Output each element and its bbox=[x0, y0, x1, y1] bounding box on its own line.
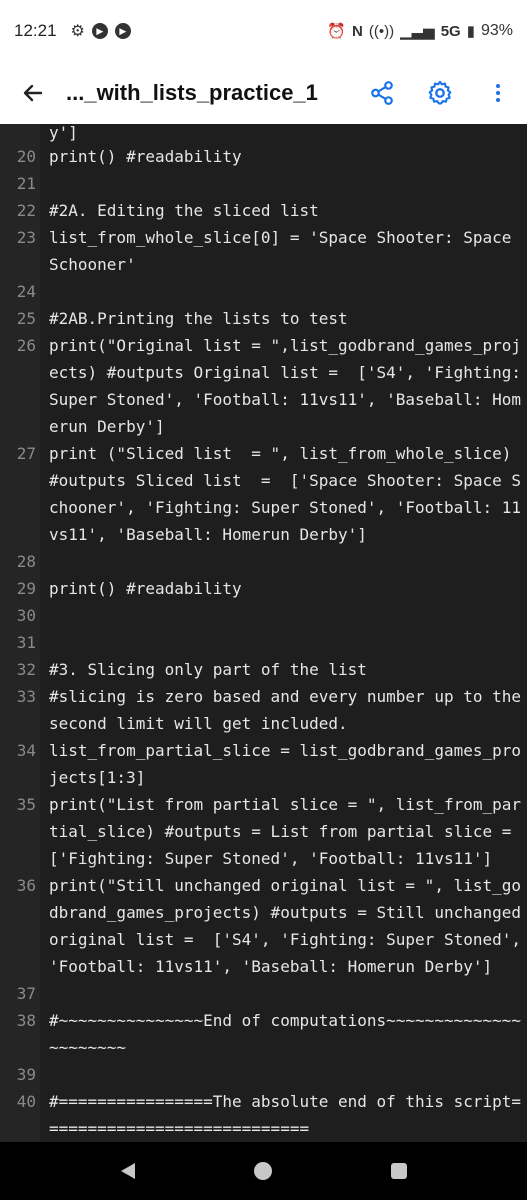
code-text: print("List from partial slice = ", list… bbox=[49, 795, 522, 868]
settings-button[interactable] bbox=[411, 62, 469, 124]
more-vert-icon bbox=[496, 84, 500, 102]
battery-icon: ▮ bbox=[466, 23, 475, 40]
signal-icon: ▁▃▅ bbox=[400, 23, 435, 40]
status-time: 12:21 bbox=[14, 21, 57, 40]
status-bar: 12:21 ⚙ ▶ ▶ ⏰ N ((•)) ▁▃▅ 5G ▮ 93% bbox=[0, 0, 527, 62]
notification-p2-icon: ▶ bbox=[114, 23, 131, 39]
line-number: 21 bbox=[16, 174, 36, 193]
network-label: 5G bbox=[440, 22, 461, 40]
line-number: 26 bbox=[16, 336, 36, 355]
line-number: 29 bbox=[16, 579, 36, 598]
code-editor[interactable]: y'] 20 print() #readability 21 22 #2A. E… bbox=[0, 124, 527, 1142]
line-number: 38 bbox=[16, 1011, 36, 1030]
alarm-icon: ⏰ bbox=[327, 23, 346, 40]
code-text: #slicing is zero based and every number … bbox=[49, 687, 522, 733]
more-options-button[interactable] bbox=[469, 62, 527, 124]
line-number: 22 bbox=[16, 201, 36, 220]
line-number: 39 bbox=[16, 1065, 36, 1084]
page-title: ..._with_lists_practice_1 bbox=[66, 80, 318, 105]
line-number: 36 bbox=[16, 876, 36, 895]
share-icon bbox=[371, 81, 393, 105]
line-number: 34 bbox=[16, 741, 36, 760]
line-number: 23 bbox=[16, 228, 36, 247]
app-bar: ..._with_lists_practice_1 bbox=[0, 62, 527, 124]
status-right: ⏰ N ((•)) ▁▃▅ 5G ▮ 93% bbox=[327, 22, 513, 40]
back-button[interactable] bbox=[0, 62, 66, 124]
code-text: print() #readability bbox=[49, 579, 242, 598]
code-text: #================The absolute end of thi… bbox=[49, 1092, 522, 1138]
code-text: print() #readability bbox=[49, 147, 242, 166]
share-button[interactable] bbox=[353, 62, 411, 124]
code-text: #2AB.Printing the lists to test bbox=[49, 309, 348, 328]
line-number: 32 bbox=[16, 660, 36, 679]
line-number: 35 bbox=[16, 795, 36, 814]
hotspot-icon: ((•)) bbox=[368, 22, 395, 40]
code-text: print("Still unchanged original list = "… bbox=[49, 876, 522, 976]
notification-p-icon: ▶ bbox=[91, 23, 108, 39]
code-text: #~~~~~~~~~~~~~~~End of computations~~~~~… bbox=[49, 1011, 522, 1057]
battery-percent: 93% bbox=[480, 22, 513, 39]
line-number: 20 bbox=[16, 147, 36, 166]
line-number: 37 bbox=[16, 984, 36, 1003]
nfc-icon: N bbox=[352, 22, 363, 40]
line-number: 28 bbox=[16, 552, 36, 571]
system-nav-bar bbox=[0, 1142, 527, 1200]
code-text: print ("Sliced list = ", list_from_whole… bbox=[49, 444, 522, 544]
line-number: 27 bbox=[16, 444, 36, 463]
gear-icon bbox=[428, 80, 452, 105]
nav-back-icon[interactable] bbox=[117, 1160, 139, 1182]
settings-gear-status-icon: ⚙ bbox=[70, 23, 85, 40]
nav-home-icon[interactable] bbox=[252, 1160, 274, 1182]
code-text: print("Original list = ",list_godbrand_g… bbox=[49, 336, 522, 436]
code-text: #2A. Editing the sliced list bbox=[49, 201, 319, 220]
line-number: 33 bbox=[16, 687, 36, 706]
line-number: 40 bbox=[16, 1092, 36, 1111]
line-number: 30 bbox=[16, 606, 36, 625]
line-number: 24 bbox=[16, 282, 36, 301]
nav-recents-icon[interactable] bbox=[388, 1160, 410, 1182]
code-text: list_from_whole_slice[0] = 'Space Shoote… bbox=[49, 228, 522, 274]
code-text: #3. Slicing only part of the list bbox=[49, 660, 367, 679]
code-text: list_from_partial_slice = list_godbrand_… bbox=[49, 741, 522, 787]
arrow-left-icon bbox=[23, 84, 43, 102]
line-number: 31 bbox=[16, 633, 36, 652]
line-number: 25 bbox=[16, 309, 36, 328]
